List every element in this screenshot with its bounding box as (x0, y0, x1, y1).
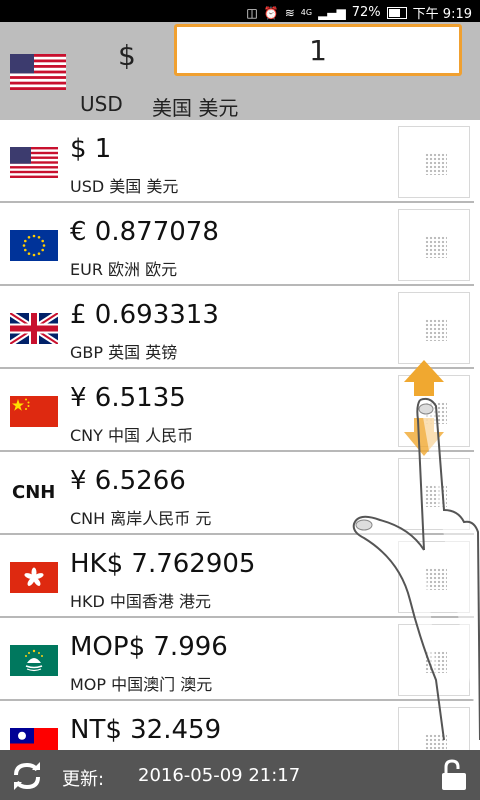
battery-icon (386, 6, 407, 19)
base-currency-name: 美国 美元 (152, 96, 239, 120)
grip-icon (425, 734, 447, 750)
us-flag-icon (10, 147, 58, 178)
update-label: 更新: (62, 769, 105, 790)
drag-handle[interactable] (398, 541, 470, 613)
alarm-icon: ⏰ (263, 5, 279, 20)
vibrate-icon: ◫ (246, 5, 258, 20)
status-bar-right: ◫ ⏰ ≋ 4G ▂▄▆ 72% 下午 9:19 (246, 3, 472, 22)
grip-icon (425, 153, 447, 175)
drag-handle[interactable] (398, 624, 470, 696)
mo-flag-icon (10, 645, 58, 676)
currency-list[interactable]: $ 1 USD 美国 美元 € 0.877078 EUR 欧洲 欧元 £ 0.6… (0, 120, 480, 750)
update-time: 2016-05-09 21:17 (138, 765, 301, 786)
cnh-logo: CNH (12, 482, 56, 503)
currency-value: HK$ 7.762905 (70, 549, 256, 579)
bottom-bar: 更新: 2016-05-09 21:17 (0, 750, 480, 800)
network-type: 4G (300, 7, 313, 17)
currency-row-eur[interactable]: € 0.877078 EUR 欧洲 欧元 (0, 203, 480, 286)
drag-handle[interactable] (398, 458, 470, 530)
currency-label: HKD 中国香港 港元 (70, 592, 212, 611)
wifi-icon: ≋ (284, 5, 295, 20)
base-currency-symbol: $ (118, 39, 136, 72)
currency-value: £ 0.693313 (70, 300, 219, 330)
grip-icon (425, 568, 447, 590)
currency-label: USD 美国 美元 (70, 177, 179, 196)
currency-row-mop[interactable]: MOP$ 7.996 MOP 中国澳门 澳元 (0, 618, 480, 701)
unlock-icon[interactable] (440, 759, 468, 791)
currency-value: NT$ 32.459 (70, 715, 222, 745)
signal-icon: ▂▄▆ (318, 5, 346, 20)
currency-row-cnh[interactable]: CNH ¥ 6.5266 CNH 离岸人民币 元 (0, 452, 480, 535)
currency-value: MOP$ 7.996 (70, 632, 228, 662)
drag-handle[interactable] (398, 209, 470, 281)
drag-handle[interactable] (398, 375, 470, 447)
cn-flag-icon (10, 396, 58, 427)
currency-value: ¥ 6.5135 (70, 383, 186, 413)
tw-flag-icon (10, 728, 58, 750)
grip-icon (425, 402, 447, 424)
currency-label: GBP 英国 英镑 (70, 343, 178, 362)
grip-icon (425, 485, 447, 507)
base-currency-code: USD (80, 92, 123, 116)
uk-flag-icon (10, 313, 58, 344)
currency-label: CNH 离岸人民币 元 (70, 509, 212, 528)
currency-row-twd[interactable]: NT$ 32.459 (0, 701, 480, 750)
currency-value: ¥ 6.5266 (70, 466, 186, 496)
drag-handle[interactable] (398, 292, 470, 364)
grip-icon (425, 319, 447, 341)
currency-value: € 0.877078 (70, 217, 219, 247)
currency-label: EUR 欧洲 欧元 (70, 260, 178, 279)
currency-row-cny[interactable]: ¥ 6.5135 CNY 中国 人民币 (0, 369, 480, 452)
amount-input[interactable]: 1 (174, 24, 462, 76)
refresh-icon[interactable] (10, 759, 44, 793)
grip-icon (425, 236, 447, 258)
status-bar: ◫ ⏰ ≋ 4G ▂▄▆ 72% 下午 9:19 (0, 0, 480, 22)
currency-label: CNY 中国 人民币 (70, 426, 194, 445)
eu-flag-icon (10, 230, 58, 261)
currency-label: MOP 中国澳门 澳元 (70, 675, 213, 694)
grip-icon (425, 651, 447, 673)
us-flag-icon[interactable] (10, 54, 66, 90)
clock: 下午 9:19 (412, 7, 472, 22)
battery-percent: 72% (351, 5, 381, 20)
drag-handle[interactable] (398, 707, 470, 750)
currency-row-hkd[interactable]: HK$ 7.762905 HKD 中国香港 港元 (0, 535, 480, 618)
hk-flag-icon (10, 562, 58, 593)
currency-row-usd[interactable]: $ 1 USD 美国 美元 (0, 120, 480, 203)
currency-row-gbp[interactable]: £ 0.693313 GBP 英国 英镑 (0, 286, 480, 369)
base-currency-header: $ 1 USD 美国 美元 (0, 22, 480, 120)
drag-handle[interactable] (398, 126, 470, 198)
currency-value: $ 1 (70, 134, 112, 164)
